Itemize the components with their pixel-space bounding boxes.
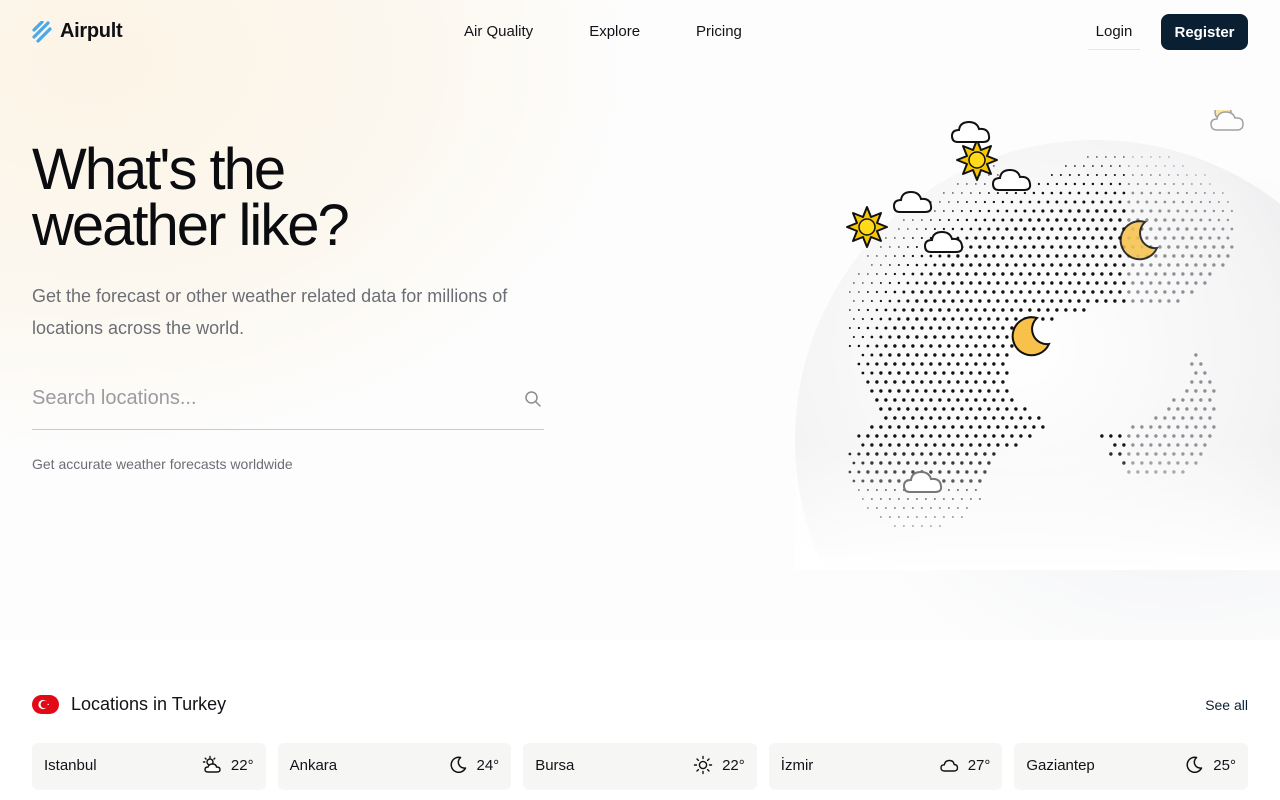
search-input[interactable] bbox=[32, 382, 502, 414]
partly-cloudy-weather-icon bbox=[1210, 110, 1244, 131]
card-city: Gaziantep bbox=[1026, 757, 1095, 774]
moon-icon bbox=[449, 756, 466, 774]
location-card-istanbul[interactable]: Istanbul 22° bbox=[32, 743, 266, 789]
locations-title: Locations in Turkey bbox=[71, 694, 227, 714]
search-bar bbox=[32, 370, 544, 430]
card-temp: 27° bbox=[967, 756, 991, 774]
logo-text: Airpult bbox=[60, 20, 123, 42]
hero-note: Get accurate weather forecasts worldwide bbox=[32, 456, 293, 472]
hero-title: What's the weather like? bbox=[32, 137, 350, 258]
main-nav: Air Quality Explore Pricing bbox=[464, 23, 742, 40]
register-button[interactable]: Register bbox=[1161, 14, 1248, 50]
card-city: Ankara bbox=[289, 757, 338, 774]
cloud-weather-icon bbox=[991, 168, 1032, 191]
hero-subtitle: Get the forecast or other weather relate… bbox=[32, 286, 508, 338]
locations-header: Locations in Turkey See all bbox=[32, 693, 1248, 719]
search-icon[interactable] bbox=[524, 390, 542, 408]
top-header: Airpult Air Quality Explore Pricing Logi… bbox=[0, 0, 1280, 64]
logo-link[interactable]: Airpult bbox=[32, 20, 123, 43]
card-temp: 22° bbox=[230, 756, 254, 774]
location-card-izmir[interactable]: İzmir 27° bbox=[768, 743, 1003, 789]
nav-pricing[interactable]: Pricing bbox=[696, 23, 742, 40]
card-city: Bursa bbox=[535, 757, 575, 774]
nav-air-quality[interactable]: Air Quality bbox=[464, 23, 533, 40]
airpult-logo-icon bbox=[32, 20, 52, 43]
card-temp: 24° bbox=[476, 756, 500, 774]
sun-weather-icon bbox=[846, 206, 888, 248]
cloud-icon bbox=[939, 759, 958, 772]
card-temp: 22° bbox=[722, 756, 745, 774]
partly-cloudy-icon bbox=[202, 755, 221, 773]
location-cards: Istanbul 22° Ankara 24° Bursa 22° İzmir … bbox=[32, 743, 1248, 789]
location-card-gaziantep[interactable]: Gaziantep 25° bbox=[1014, 743, 1248, 789]
card-temp: 25° bbox=[1213, 756, 1236, 774]
moon-weather-icon bbox=[1011, 316, 1051, 357]
login-link[interactable]: Login bbox=[1088, 14, 1140, 50]
see-all-link[interactable]: See all bbox=[1205, 697, 1248, 713]
turkey-flag-icon bbox=[32, 695, 59, 714]
cloud-weather-icon bbox=[892, 190, 933, 213]
nav-explore[interactable]: Explore bbox=[589, 23, 640, 40]
moon-icon bbox=[1186, 756, 1203, 774]
moon-weather-icon bbox=[1119, 220, 1159, 261]
location-card-bursa[interactable]: Bursa 22° bbox=[523, 743, 757, 789]
card-city: İzmir bbox=[780, 757, 814, 774]
cloud-weather-icon bbox=[923, 230, 964, 253]
cloud-weather-icon bbox=[950, 120, 991, 143]
card-city: Istanbul bbox=[44, 757, 97, 774]
cloud-weather-icon bbox=[902, 470, 943, 493]
globe-illustration bbox=[795, 110, 1280, 570]
location-card-ankara[interactable]: Ankara 24° bbox=[277, 743, 512, 789]
sun-icon bbox=[693, 755, 713, 775]
